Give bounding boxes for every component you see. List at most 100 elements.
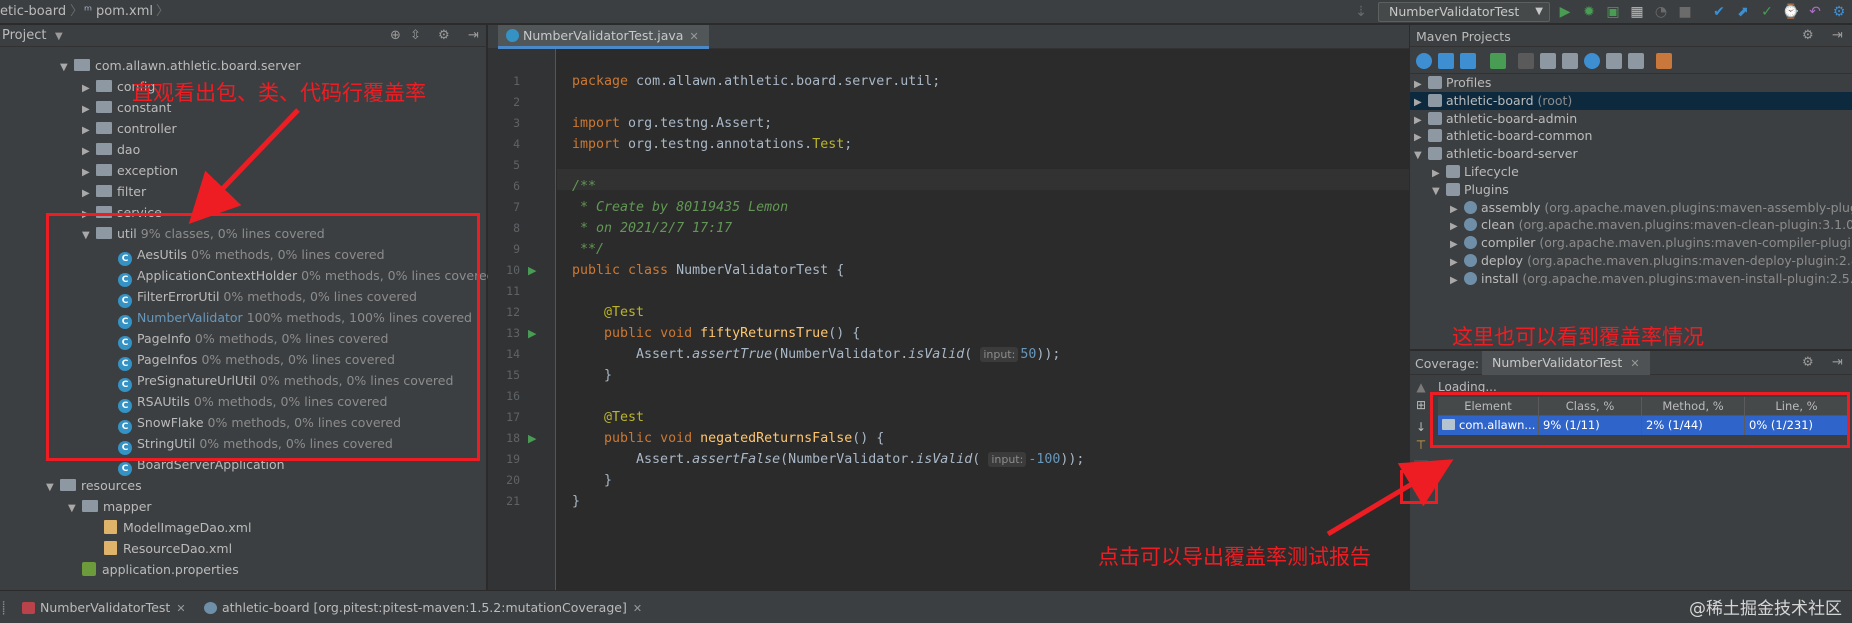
- chevron-down-icon[interactable]: ▼: [60, 57, 74, 78]
- run-test-icon[interactable]: ▶: [528, 432, 536, 445]
- coverage-icon[interactable]: ▣: [1604, 3, 1622, 21]
- structure-icon[interactable]: ⚙: [1830, 3, 1848, 21]
- close-icon[interactable]: ✕: [633, 602, 642, 615]
- tree-row[interactable]: ResourceDao.xml: [90, 538, 232, 559]
- tree-row[interactable]: ▶ controller: [82, 118, 177, 139]
- code-line: }: [572, 473, 613, 488]
- chevron-down-icon[interactable]: ▼: [55, 31, 63, 42]
- line-number: 16: [506, 389, 520, 403]
- refresh-icon[interactable]: [1416, 53, 1432, 69]
- plugin-icon: [1464, 236, 1477, 250]
- chevron-right-icon[interactable]: ▶: [82, 183, 96, 204]
- up-icon[interactable]: ▲: [1414, 380, 1428, 394]
- hide-icon[interactable]: ⇥: [468, 28, 479, 43]
- generate-sources-icon[interactable]: [1438, 53, 1454, 69]
- maven-tree-row[interactable]: ▶ athletic-board-common: [1410, 127, 1852, 145]
- chevron-right-icon[interactable]: ▶: [82, 99, 96, 120]
- code-editor[interactable]: NumberValidatorTest.java ✕ 1 2 3 4 5 6 7 8 9 10 11 1…: [488, 25, 1409, 590]
- stop-icon[interactable]: ■: [1676, 3, 1694, 21]
- chevron-right-icon[interactable]: ▶: [82, 78, 96, 99]
- add-icon[interactable]: [1490, 53, 1506, 69]
- skip-tests-icon[interactable]: [1584, 53, 1600, 69]
- gear-icon[interactable]: ⚙: [438, 28, 450, 43]
- close-icon[interactable]: ✕: [176, 602, 185, 615]
- reload-icon[interactable]: ◔: [1652, 3, 1670, 21]
- plugin-icon: [1464, 271, 1477, 285]
- tab-number-validator-test[interactable]: NumberValidatorTest.java ✕: [498, 25, 709, 49]
- maven-tree-row[interactable]: ▶ Lifecycle: [1410, 163, 1852, 181]
- maven-tree-row[interactable]: ▶ clean (org.apache.maven.plugins:maven-c…: [1410, 216, 1852, 234]
- maven-tree-row[interactable]: ▶ athletic-board (root): [1410, 91, 1852, 110]
- coverage-panel: Coverage: NumberValidatorTest ✕ ⚙ ⇥ ▲ ⊞ ↓…: [1410, 351, 1852, 590]
- close-icon[interactable]: ✕: [1630, 357, 1639, 370]
- navigation-bar: etic-board 〉 ᵐ pom.xml 〉 ⇣ NumberValidat…: [0, 0, 1852, 24]
- autoscroll-icon[interactable]: ↓: [1414, 420, 1428, 434]
- project-panel-title[interactable]: Project: [2, 28, 46, 43]
- gear-icon[interactable]: ⚙: [1802, 355, 1814, 370]
- tab-coverage-number-validator-test[interactable]: NumberValidatorTest ✕: [1482, 351, 1650, 375]
- tree-row[interactable]: ModelImageDao.xml: [90, 517, 251, 538]
- profile-icon[interactable]: ▦: [1628, 3, 1646, 21]
- hide-icon[interactable]: ⇥: [1832, 28, 1843, 43]
- tree-row[interactable]: ▼ resources: [46, 475, 142, 496]
- folder-icon: [74, 59, 90, 71]
- vcs-update-icon[interactable]: ✔: [1710, 3, 1728, 21]
- maven-tree-row[interactable]: ▶ deploy (org.apache.maven.plugins:maven-…: [1410, 252, 1852, 270]
- hide-icon[interactable]: ⇥: [1832, 355, 1843, 370]
- chevron-down-icon[interactable]: ▼: [68, 498, 82, 519]
- run-icon[interactable]: [1518, 53, 1534, 69]
- tree-row[interactable]: ▶ exception: [82, 160, 178, 181]
- chevron-right-icon[interactable]: ▶: [82, 162, 96, 183]
- tab-run-pitest[interactable]: athletic-board [org.pitest:pitest-maven:…: [204, 600, 642, 616]
- chevron-down-icon: ▼: [1535, 6, 1543, 17]
- download-icon[interactable]: [1460, 53, 1476, 69]
- flatten-packages-icon[interactable]: ⊞: [1414, 398, 1428, 412]
- line-number: 21: [506, 494, 520, 508]
- vcs-commit-icon[interactable]: ⬈: [1734, 3, 1752, 21]
- line-number: 15: [506, 368, 520, 382]
- maven-tree-row[interactable]: ▶ compiler (org.apache.maven.plugins:mave…: [1410, 234, 1852, 252]
- run-tool-icon[interactable]: ⸽: [2, 600, 5, 616]
- breadcrumb-project[interactable]: etic-board: [0, 4, 66, 20]
- execute-goal-icon[interactable]: [1540, 53, 1556, 69]
- properties-file-icon: [82, 562, 96, 576]
- history-icon[interactable]: ⌚: [1782, 3, 1800, 21]
- toggle-offline-icon[interactable]: [1562, 53, 1578, 69]
- run-class-icon[interactable]: ▶: [528, 264, 536, 277]
- settings-icon[interactable]: [1656, 53, 1672, 69]
- maven-tree-row[interactable]: ▼ athletic-board-server: [1410, 145, 1852, 163]
- down-arrow-icon[interactable]: ⇣: [1352, 3, 1370, 21]
- vcs-push-icon[interactable]: ✓: [1758, 3, 1776, 21]
- collapse-icon[interactable]: ⇳: [410, 28, 421, 43]
- tree-row[interactable]: application.properties: [68, 559, 239, 580]
- chevron-down-icon[interactable]: ▼: [46, 477, 60, 498]
- chevron-right-icon[interactable]: ▶: [82, 141, 96, 162]
- maven-tree-row[interactable]: ▶ assembly (org.apache.maven.plugins:mave…: [1410, 199, 1852, 217]
- debug-icon[interactable]: ✹: [1580, 3, 1598, 21]
- tree-row[interactable]: ▼ com.allawn.athletic.board.server: [60, 55, 301, 76]
- sync-icon[interactable]: ⊕: [390, 28, 401, 43]
- maven-tree-row[interactable]: ▶ Profiles: [1410, 74, 1852, 92]
- maven-tree-row[interactable]: ▶ athletic-board-admin: [1410, 110, 1852, 128]
- tree-row[interactable]: ▶ dao: [82, 139, 140, 160]
- gear-icon[interactable]: ⚙: [1802, 28, 1814, 43]
- maven-item-detail: (org.apache.maven.plugins:maven-install-…: [1522, 270, 1852, 286]
- breadcrumb-file[interactable]: pom.xml: [96, 4, 153, 20]
- import-icon[interactable]: ⊤: [1414, 438, 1428, 452]
- tab-run-number-validator-test[interactable]: NumberValidatorTest ✕: [22, 600, 186, 616]
- run-icon[interactable]: ▶: [1556, 3, 1574, 21]
- maven-tree-row[interactable]: ▼ Plugins: [1410, 181, 1852, 199]
- tree-row[interactable]: ▼ mapper: [68, 496, 152, 517]
- tree-row[interactable]: ▶ filter: [82, 181, 146, 202]
- run-configuration-select[interactable]: NumberValidatorTest ▼: [1378, 2, 1550, 22]
- maven-tree-row[interactable]: ▶ install (org.apache.maven.plugins:maven…: [1410, 270, 1852, 288]
- chevron-right-icon[interactable]: ▶: [82, 120, 96, 141]
- code-line: **/: [572, 242, 605, 257]
- collapse-all-icon[interactable]: [1628, 53, 1644, 69]
- annotation-box-export: [1400, 470, 1438, 504]
- close-icon[interactable]: ✕: [689, 30, 698, 43]
- run-test-icon[interactable]: ▶: [528, 327, 536, 340]
- chevron-right-icon[interactable]: ▶: [1450, 272, 1464, 290]
- dependencies-icon[interactable]: [1606, 53, 1622, 69]
- undo-icon[interactable]: ↶: [1806, 3, 1824, 21]
